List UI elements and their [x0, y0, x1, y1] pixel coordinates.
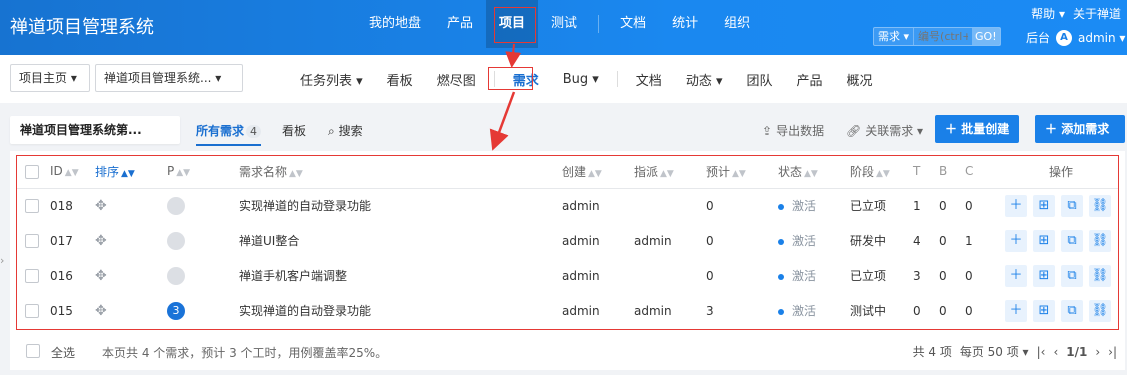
- next-page-icon[interactable]: ›: [1095, 345, 1100, 359]
- user-menu[interactable]: admin ▾: [1078, 31, 1125, 45]
- project-sub-nav: 任务列表 ▾ 看板 燃尽图 需求 Bug ▾ 文档 动态 ▾ 团队 产品 概况: [288, 55, 885, 103]
- app-title[interactable]: 禅道项目管理系统: [10, 13, 154, 39]
- plus-icon: ＋: [1045, 122, 1058, 136]
- search-type-select[interactable]: 需求 ▾: [874, 28, 915, 45]
- search-label: 搜索: [338, 124, 363, 138]
- highlight-project-nav: [494, 7, 536, 43]
- tab-all-label: 所有需求: [196, 124, 245, 138]
- subnav-team[interactable]: 团队: [734, 70, 784, 89]
- search-input[interactable]: [914, 30, 973, 43]
- batch-create-button[interactable]: ＋ 批量创建: [935, 115, 1020, 143]
- global-search: 需求 ▾ GO!: [873, 27, 1001, 46]
- link-story-label: 关联需求 ▾: [865, 124, 924, 138]
- prev-page-icon[interactable]: ‹: [1053, 345, 1058, 359]
- page-summary: 本页共 4 个需求，预计 3 个工时，用例覆盖率25%。: [102, 346, 388, 360]
- subnav-dynamic[interactable]: 动态 ▾: [674, 70, 735, 89]
- breadcrumb-home[interactable]: 项目主页 ▾: [10, 64, 90, 92]
- subnav-divider: [616, 71, 618, 87]
- breadcrumb-project[interactable]: 禅道项目管理系统... ▾: [95, 64, 243, 92]
- help-link[interactable]: 帮助 ▾: [1031, 5, 1065, 22]
- main-nav: 我的地盘 产品 项目 测试 文档 统计 组织: [356, 0, 763, 48]
- export-icon: ⇪: [762, 123, 773, 138]
- export-label: 导出数据: [776, 124, 825, 138]
- tab-all-stories[interactable]: 所有需求 4: [196, 122, 262, 146]
- subnav-bug[interactable]: Bug ▾: [551, 72, 611, 87]
- select-all-label[interactable]: 全选: [51, 344, 75, 361]
- highlight-story-tab: [488, 67, 533, 90]
- add-story-button[interactable]: ＋ 添加需求: [1035, 115, 1125, 143]
- footer-select-all-checkbox[interactable]: [26, 344, 40, 358]
- nav-my-dashboard[interactable]: 我的地盘: [356, 0, 434, 48]
- per-page-select[interactable]: 每页 50 项 ▾: [960, 343, 1029, 360]
- subnav-overview[interactable]: 概况: [835, 70, 885, 89]
- export-button[interactable]: ⇪ 导出数据: [762, 122, 824, 139]
- nav-test[interactable]: 测试: [538, 0, 590, 48]
- nav-doc[interactable]: 文档: [607, 0, 659, 48]
- pager: 共 4 项 每页 50 项 ▾ |‹ ‹ 1/1 › ›|: [913, 343, 1117, 360]
- search-go-button[interactable]: GO!: [972, 28, 1000, 45]
- batch-create-label: 批量创建: [961, 122, 1010, 136]
- tab-all-count: 4: [246, 125, 262, 138]
- table-footer: 全选 本页共 4 个需求，预计 3 个工时，用例覆盖率25%。 共 4 项 每页…: [10, 333, 1125, 370]
- top-header: 禅道项目管理系统 我的地盘 产品 项目 测试 文档 统计 组织 帮助 ▾ 关于禅…: [0, 0, 1127, 55]
- top-links: 帮助 ▾ 关于禅道: [1031, 5, 1121, 22]
- nav-product[interactable]: 产品: [434, 0, 486, 48]
- link-icon: 🔗︎: [846, 123, 862, 138]
- link-story-button[interactable]: 🔗︎ 关联需求 ▾: [846, 122, 923, 139]
- nav-divider: [598, 15, 600, 33]
- user-area: 后台 A admin ▾: [1026, 29, 1125, 46]
- tab-kanban[interactable]: 看板: [282, 122, 306, 139]
- nav-stats[interactable]: 统计: [659, 0, 711, 48]
- avatar[interactable]: A: [1056, 29, 1073, 46]
- backend-link[interactable]: 后台: [1026, 29, 1050, 46]
- subnav-burndown[interactable]: 燃尽图: [425, 70, 488, 89]
- add-story-label: 添加需求: [1061, 122, 1110, 136]
- project-title[interactable]: 禅道项目管理系统第...: [10, 116, 180, 144]
- subnav-kanban[interactable]: 看板: [375, 70, 425, 89]
- subnav-product[interactable]: 产品: [785, 70, 835, 89]
- story-toolbar: 禅道项目管理系统第... 所有需求 4 看板 ⌕ 搜索 ⇪ 导出数据 🔗︎ 关联需求 …: [0, 111, 1127, 149]
- last-page-icon[interactable]: ›|: [1108, 345, 1117, 359]
- nav-org[interactable]: 组织: [711, 0, 763, 48]
- sub-nav-bar: 项目主页 ▾ 禅道项目管理系统... ▾ 任务列表 ▾ 看板 燃尽图 需求 Bu…: [0, 55, 1127, 103]
- plus-icon: ＋: [945, 122, 958, 136]
- highlight-story-table: [16, 155, 1119, 330]
- subnav-task-list[interactable]: 任务列表 ▾: [288, 70, 375, 89]
- sidebar-toggle-icon[interactable]: ›: [0, 254, 4, 267]
- subnav-doc[interactable]: 文档: [624, 70, 674, 89]
- total-count: 共 4 项: [912, 345, 952, 359]
- about-link[interactable]: 关于禅道: [1073, 5, 1121, 22]
- page-indicator: 1/1: [1066, 344, 1088, 359]
- search-icon: ⌕: [328, 124, 335, 138]
- first-page-icon[interactable]: |‹: [1037, 345, 1046, 359]
- search-toggle[interactable]: ⌕ 搜索: [328, 122, 363, 139]
